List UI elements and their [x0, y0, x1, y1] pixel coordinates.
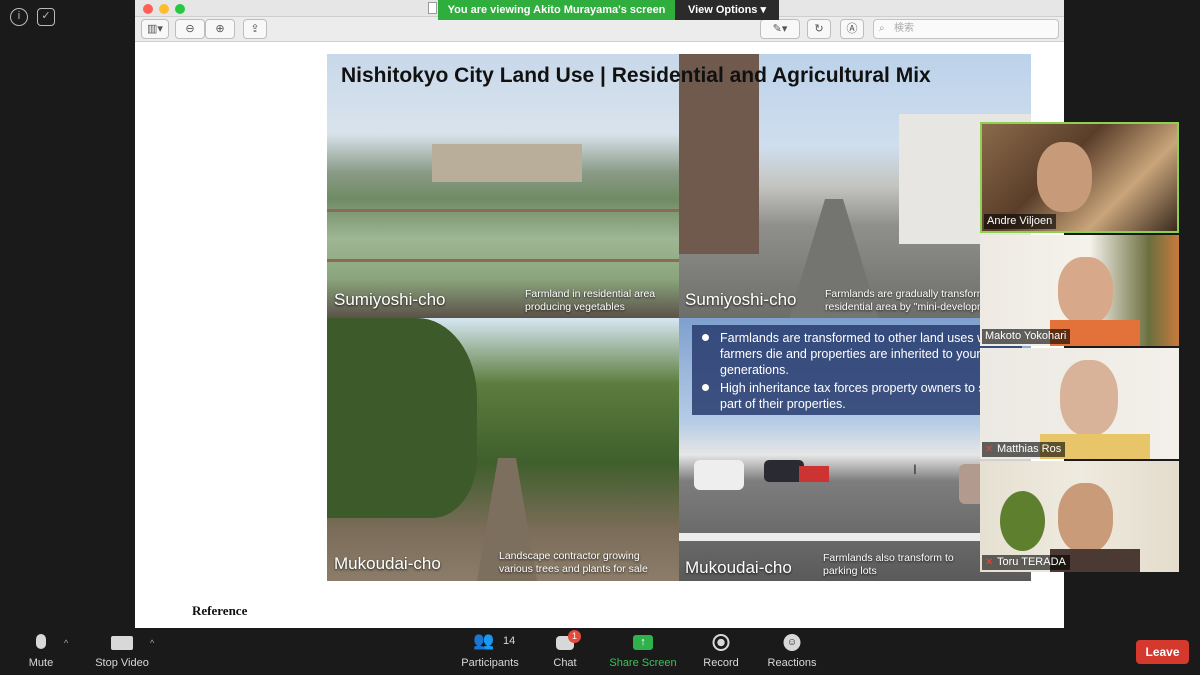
panel-caption: Farmland in residential area producing v…	[525, 288, 656, 313]
search-placeholder: 検索	[894, 23, 914, 34]
annotate-button[interactable]: Ⓐ	[840, 19, 864, 39]
zoom-meeting-window: i ✓ ▥▾ ⊖ ⊕ ⇪ ✎▾ ↻ Ⓐ ⌕ 検索 Nishitokyo City…	[0, 0, 1200, 675]
share-screen-arrow-icon: ↑	[633, 635, 653, 650]
maximize-window-dot[interactable]	[175, 4, 185, 14]
participants-count: 14	[503, 635, 516, 647]
panel-caption: Landscape contractor growing various tre…	[499, 550, 648, 575]
participants-label: Participants	[461, 657, 519, 669]
panel-caption: Farmlands also transform to parking lots	[823, 552, 954, 577]
bullet-item: Farmlands are transformed to other land …	[700, 330, 1020, 378]
share-export-button[interactable]: ⇪	[243, 19, 267, 39]
slide-title: Nishitokyo City Land Use | Residential a…	[341, 64, 931, 87]
preview-toolbar: ▥▾ ⊖ ⊕ ⇪ ✎▾ ↻ Ⓐ ⌕ 検索	[135, 17, 1064, 42]
markup-pen-button[interactable]: ✎▾	[760, 19, 800, 39]
reactions-button[interactable]: ☺ Reactions	[764, 628, 820, 675]
participant-video-tile[interactable]: Makoto Yokohari	[980, 235, 1179, 346]
smiley-reaction-icon: ☺	[783, 634, 801, 651]
stop-video-label: Stop Video	[95, 657, 149, 669]
record-button[interactable]: Record	[698, 628, 744, 675]
panel-place-label: Mukoudai-cho	[334, 554, 441, 573]
participant-name: Makoto Yokohari	[985, 330, 1067, 342]
tree-mass-shape	[327, 318, 477, 518]
participants-button[interactable]: 👥 14 Participants	[458, 628, 522, 675]
leave-meeting-button[interactable]: Leave	[1136, 640, 1189, 664]
reactions-label: Reactions	[767, 657, 817, 669]
participant-face	[1037, 142, 1092, 212]
view-options-button[interactable]: View Options ▾	[675, 0, 779, 20]
photo-cabbage-field	[327, 54, 679, 318]
participant-name-tag: ✕ Matthias Ros	[982, 442, 1066, 457]
mute-button[interactable]: Mute	[18, 628, 64, 675]
participant-name: Andre Viljoen	[987, 215, 1053, 227]
participant-face	[1060, 360, 1118, 436]
search-input[interactable]: ⌕ 検索	[873, 19, 1059, 39]
close-window-dot[interactable]	[143, 4, 153, 14]
apartment-building-shape	[432, 144, 582, 182]
participant-name-tag: Andre Viljoen	[984, 214, 1057, 229]
panel-place-label: Sumiyoshi-cho	[685, 290, 797, 309]
participant-video-tile[interactable]: ✕ Matthias Ros	[980, 348, 1179, 459]
viewing-banner: You are viewing Akito Murayama's screen	[438, 0, 675, 20]
chat-label: Chat	[553, 657, 577, 669]
shared-screen: ▥▾ ⊖ ⊕ ⇪ ✎▾ ↻ Ⓐ ⌕ 検索 Nishitokyo City Lan…	[135, 0, 1064, 628]
participant-face	[1058, 257, 1113, 325]
chat-button[interactable]: 1 Chat	[545, 628, 585, 675]
panel-place-label: Sumiyoshi-cho	[334, 290, 446, 309]
microphone-icon	[36, 634, 46, 649]
audio-options-caret-icon[interactable]: ^	[64, 638, 68, 648]
record-icon	[712, 634, 730, 651]
participant-face	[1058, 483, 1113, 553]
video-camera-icon	[111, 636, 133, 650]
view-options-label: View Options	[687, 4, 758, 16]
reference-heading: Reference	[192, 603, 248, 618]
meeting-controls-bar: Mute ^ Stop Video ^ 👥 14 Participants 1 …	[0, 628, 1200, 675]
search-icon: ⌕	[879, 23, 885, 34]
inheritance-info-box: Farmlands are transformed to other land …	[692, 325, 1022, 415]
car-shape	[799, 466, 829, 482]
mute-label: Mute	[28, 657, 54, 669]
muted-mic-icon: ✕	[985, 444, 994, 455]
muted-mic-icon: ✕	[985, 557, 994, 568]
text-cursor-icon: I	[913, 461, 917, 477]
participant-video-tile[interactable]: Andre Viljoen	[980, 122, 1179, 233]
participant-name: Toru TERADA	[997, 556, 1066, 568]
share-screen-label: Share Screen	[609, 657, 677, 669]
zoom-out-button[interactable]: ⊖	[175, 19, 205, 39]
sidebar-toggle-button[interactable]: ▥▾	[141, 19, 169, 39]
rotate-button[interactable]: ↻	[807, 19, 831, 39]
fence-rail-shape	[327, 209, 679, 212]
info-icon[interactable]: i	[10, 8, 28, 26]
video-options-caret-icon[interactable]: ^	[150, 638, 154, 648]
plant-shape	[1000, 491, 1045, 551]
stop-video-button[interactable]: Stop Video	[90, 628, 154, 675]
crosswalk-stripe-shape	[679, 533, 1031, 541]
bullet-item: High inheritance tax forces property own…	[700, 380, 1020, 412]
photo-residential-street	[679, 54, 1031, 318]
participant-name-tag: ✕ Toru TERADA	[982, 555, 1070, 570]
fence-rail-shape	[327, 259, 679, 262]
participant-name-tag: Makoto Yokohari	[982, 329, 1071, 344]
car-shape	[694, 460, 744, 490]
zoom-in-button[interactable]: ⊕	[205, 19, 235, 39]
panel-place-label: Mukoudai-cho	[685, 558, 792, 577]
share-screen-button[interactable]: ↑ Share Screen	[608, 628, 678, 675]
photo-tree-nursery	[327, 318, 679, 581]
record-label: Record	[703, 657, 739, 669]
chevron-down-icon: ▾	[760, 4, 767, 16]
chat-unread-badge: 1	[568, 630, 581, 643]
participant-video-tile[interactable]: ✕ Toru TERADA	[980, 461, 1179, 572]
minimize-window-dot[interactable]	[159, 4, 169, 14]
security-shield-icon[interactable]: ✓	[37, 8, 55, 26]
participants-icon: 👥	[473, 631, 495, 650]
participant-name: Matthias Ros	[997, 443, 1062, 455]
car-shape	[764, 460, 804, 482]
presentation-slide: Nishitokyo City Land Use | Residential a…	[327, 54, 1031, 581]
document-icon	[428, 2, 437, 14]
